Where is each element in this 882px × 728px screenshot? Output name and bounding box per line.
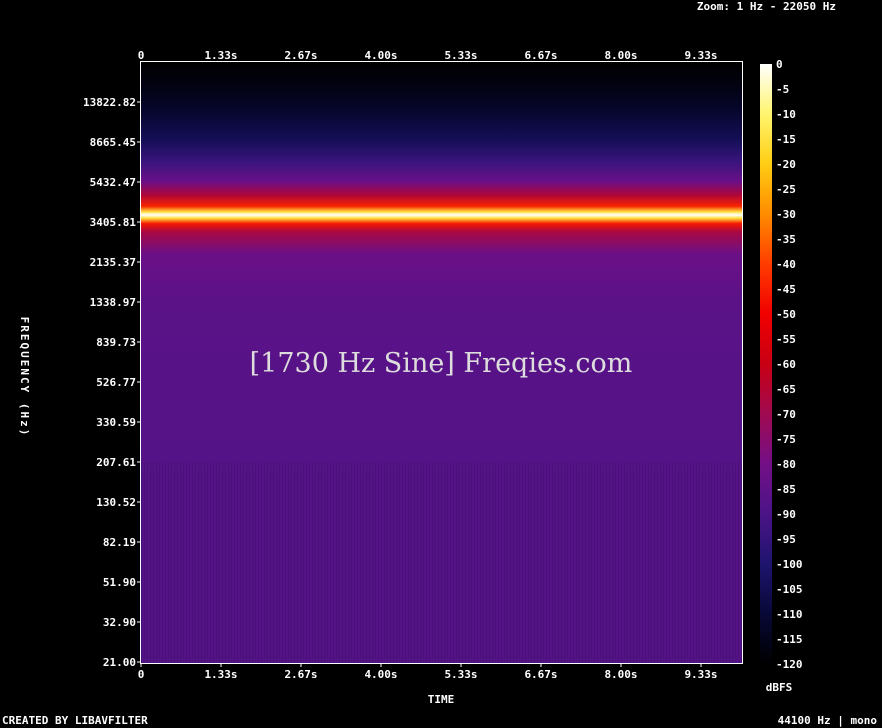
y-tick-label: 207.61 [96, 456, 136, 469]
colorbar-tick-label: -60 [776, 358, 796, 371]
colorbar-tick-label: -5 [776, 83, 789, 96]
x-axis-label: TIME [428, 693, 455, 706]
colorbar-tick-label: -25 [776, 183, 796, 196]
colorbar-label: dBFS [766, 681, 793, 694]
colorbar-tick-label: -115 [776, 633, 803, 646]
x-tick-label-bottom: 9.33s [684, 668, 717, 681]
colorbar-tick-label: -75 [776, 433, 796, 446]
colorbar-tick-label: -95 [776, 533, 796, 546]
format-label: 44100 Hz | mono [778, 714, 878, 727]
spectrogram-chart: Zoom: 1 Hz - 22050 Hz CREATED BY LIBAVFI… [2, 0, 878, 727]
x-tick-label-top: 9.33s [684, 49, 717, 62]
colorbar-tick-label: -15 [776, 133, 796, 146]
x-tick-label-top: 5.33s [444, 49, 477, 62]
x-tick-label-bottom: 5.33s [444, 668, 477, 681]
y-tick-label: 526.77 [96, 376, 136, 389]
colorbar-tick-label: -65 [776, 383, 796, 396]
x-tick-label-bottom: 4.00s [364, 668, 397, 681]
x-tick-label-bottom: 0 [138, 668, 145, 681]
zoom-label: Zoom: 1 Hz - 22050 Hz [697, 0, 836, 13]
y-tick-label: 13822.82 [83, 96, 136, 109]
x-tick-label-top: 0 [138, 49, 145, 62]
created-by-label: CREATED BY LIBAVFILTER [2, 714, 148, 727]
y-tick-label: 3405.81 [90, 216, 137, 229]
x-tick-label-top: 2.67s [284, 49, 317, 62]
y-tick-label: 5432.47 [90, 176, 136, 189]
y-tick-label: 82.19 [103, 536, 136, 549]
y-tick-label: 32.90 [103, 616, 136, 629]
colorbar-tick-label: -70 [776, 408, 796, 421]
colorbar-tick-label: -110 [776, 608, 803, 621]
colorbar-tick-label: -40 [776, 258, 796, 271]
colorbar-tick-label: -10 [776, 108, 796, 121]
colorbar-tick-label: 0 [776, 58, 783, 71]
x-tick-label-top: 1.33s [204, 49, 237, 62]
chart-title: [1730 Hz Sine] Freqies.com [250, 348, 633, 379]
colorbar-tick-label: -80 [776, 458, 796, 471]
colorbar-tick-label: -30 [776, 208, 796, 221]
colorbar-tick-label: -85 [776, 483, 796, 496]
time-stripe-overlay [141, 462, 742, 663]
x-tick-label-bottom: 8.00s [604, 668, 637, 681]
y-tick-label: 330.59 [96, 416, 136, 429]
colorbar-tick-label: -45 [776, 283, 796, 296]
y-tick-label: 8665.45 [90, 136, 136, 149]
y-tick-label: 51.90 [103, 576, 136, 589]
y-tick-label: 2135.37 [90, 256, 136, 269]
colorbar [760, 64, 772, 664]
y-tick-label: 839.73 [96, 336, 136, 349]
y-axis-label: FREQUENCY (Hz) [18, 317, 31, 438]
colorbar-tick-label: -100 [776, 558, 803, 571]
x-tick-label-bottom: 2.67s [284, 668, 317, 681]
y-tick-label: 1338.97 [90, 296, 136, 309]
y-tick-label: 130.52 [96, 496, 136, 509]
y-tick-label: 21.00 [103, 656, 136, 669]
colorbar-tick-label: -90 [776, 508, 796, 521]
x-tick-label-top: 6.67s [524, 49, 557, 62]
colorbar-tick-label: -105 [776, 583, 803, 596]
x-tick-label-bottom: 1.33s [204, 668, 237, 681]
colorbar-tick-label: -35 [776, 233, 796, 246]
colorbar-tick-label: -120 [776, 658, 803, 671]
colorbar-tick-label: -55 [776, 333, 796, 346]
colorbar-tick-label: -20 [776, 158, 796, 171]
x-tick-label-top: 4.00s [364, 49, 397, 62]
x-tick-label-top: 8.00s [604, 49, 637, 62]
colorbar-tick-label: -50 [776, 308, 796, 321]
x-tick-label-bottom: 6.67s [524, 668, 557, 681]
